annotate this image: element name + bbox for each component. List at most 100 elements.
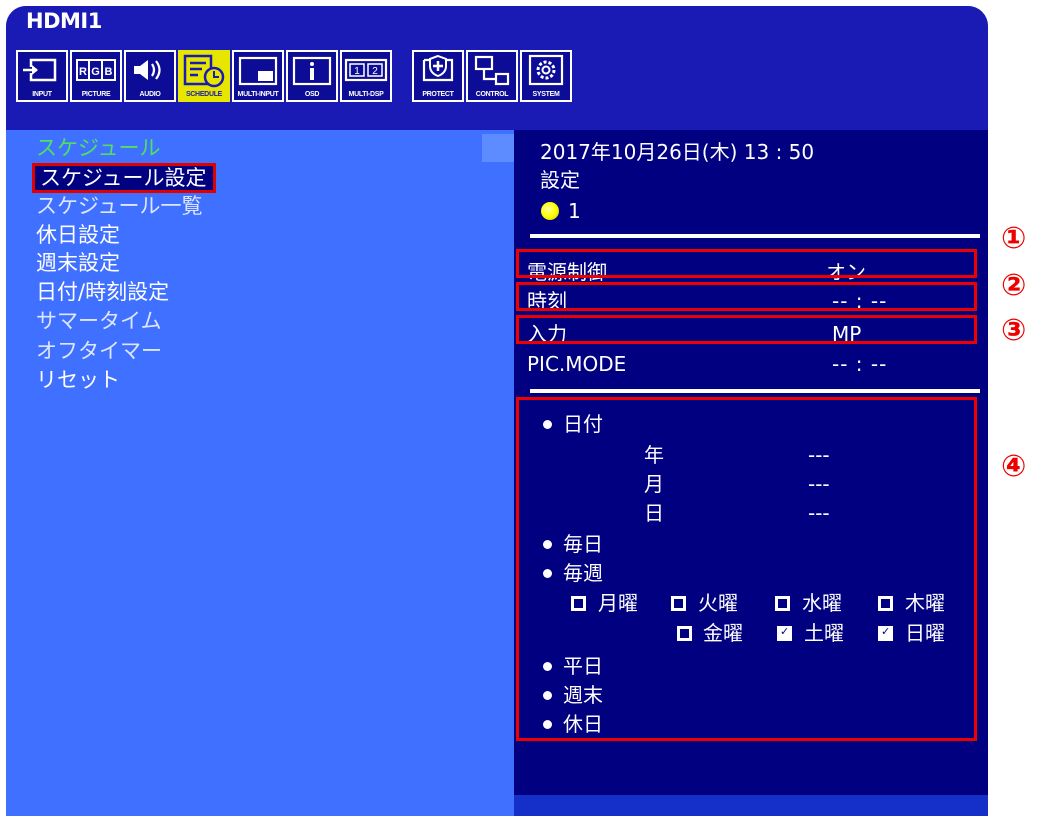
year-value[interactable]: --- [808,443,830,467]
tab-protect[interactable]: PROTECT [412,50,464,102]
menu-header: スケジュール [36,136,161,160]
setting-number[interactable]: 1 [568,199,581,223]
pic-mode-value[interactable]: -- : -- [832,352,887,376]
check-mark-icon: ✓ [780,625,790,638]
menu-item-weekend-settings[interactable]: 週末設定 [36,250,120,276]
time-value[interactable]: -- : -- [832,289,887,313]
weekend-radio[interactable] [543,691,552,700]
speaker-icon [134,60,161,80]
tab-input[interactable]: INPUT [16,50,68,102]
svg-text:1: 1 [354,66,360,77]
marker-1: ① [1001,221,1027,256]
day-label: 日 [644,501,664,525]
schedule-clock-icon [183,54,225,88]
tab-control[interactable]: CONTROL [466,50,518,102]
svg-text:R: R [79,66,87,78]
friday-label: 金曜 [703,621,743,645]
check-mark-icon: ✓ [881,625,891,638]
input-source-label: HDMI1 [26,9,102,33]
schedule-status-indicator [541,202,559,220]
info-icon [292,56,332,86]
menu-item-reset[interactable]: リセット [36,367,120,393]
tab-audio-label: AUDIO [139,91,161,98]
thursday-label: 木曜 [905,591,945,615]
tab-control-label: CONTROL [475,91,509,98]
divider [530,389,980,393]
title-bar: HDMI1 [6,6,988,40]
power-control-label: 電源制御 [527,260,607,284]
svg-text:2: 2 [372,66,378,77]
current-datetime: 2017年10月26日(木) 13 : 50 [540,140,815,164]
panel-footer [514,795,988,816]
shield-icon [422,54,454,82]
tab-schedule[interactable]: SCHEDULE [178,50,230,102]
input-value[interactable]: MP [832,322,861,346]
input-icon [22,58,57,82]
weekly-option-label: 毎週 [563,561,603,585]
month-label: 月 [644,472,664,496]
date-radio[interactable] [543,420,552,429]
schedule-settings-panel: 2017年10月26日(木) 13 : 50 設定 1 電源制御 オン 時刻 -… [514,130,988,816]
weekend-option-label: 週末 [563,683,603,707]
menu-item-holiday-settings[interactable]: 休日設定 [36,222,120,248]
gear-icon [528,54,564,86]
menu-item-schedule-settings[interactable]: スケジュール設定 [32,163,216,193]
menu-item-summer-time[interactable]: サマータイム [36,308,162,334]
svg-text:B: B [105,66,113,78]
input-label: 入力 [527,322,567,346]
tab-picture[interactable]: RGB PICTURE [70,50,122,102]
year-label: 年 [644,443,664,467]
tab-multi-dsp-label: MULTI-DSP [348,91,384,98]
day-value[interactable]: --- [808,501,830,525]
network-icon [474,55,510,86]
tab-system-label: SYSTEM [532,91,560,98]
setting-label: 設定 [540,168,580,192]
tab-osd[interactable]: OSD [286,50,338,102]
sunday-label: 日曜 [905,621,945,645]
wednesday-checkbox[interactable] [775,596,790,611]
tab-osd-label: OSD [304,91,320,98]
tab-schedule-label: SCHEDULE [185,91,223,98]
tab-bar: INPUT RGB PICTURE AUDIO SCHEDULE MULTI-I… [6,40,988,130]
tab-input-label: INPUT [32,91,52,98]
tuesday-checkbox[interactable] [671,596,686,611]
rgb-picture-icon: RGB [76,59,116,81]
tab-system[interactable]: SYSTEM [520,50,572,102]
menu-item-schedule-list[interactable]: スケジュール一覧 [36,193,203,219]
osd-menu: HDMI1 INPUT RGB PICTURE AUDIO SCHEDULE M… [6,6,988,816]
scrollbar[interactable] [482,134,514,162]
wednesday-label: 水曜 [802,591,842,615]
pic-mode-label: PIC.MODE [527,352,627,376]
svg-text:G: G [91,66,100,78]
holiday-option-label: 休日 [563,712,603,736]
divider [530,234,980,238]
menu-item-off-timer[interactable]: オフタイマー [36,338,162,364]
tuesday-label: 火曜 [698,591,738,615]
tab-multi-dsp[interactable]: 12 MULTI-DSP [340,50,392,102]
month-value[interactable]: --- [808,472,830,496]
time-label: 時刻 [527,289,567,313]
weekly-radio[interactable] [543,569,552,578]
daily-option-label: 毎日 [563,532,603,556]
multi-input-icon [238,56,278,86]
marker-4: ④ [1001,449,1027,484]
marker-3: ③ [1001,313,1027,348]
tab-multi-input[interactable]: MULTI-INPUT [232,50,284,102]
friday-checkbox[interactable] [677,626,692,641]
tab-protect-label: PROTECT [422,91,454,98]
monday-label: 月曜 [598,591,638,615]
menu-item-date-time-settings[interactable]: 日付/時刻設定 [36,279,169,305]
tab-audio[interactable]: AUDIO [124,50,176,102]
marker-2: ② [1001,268,1027,303]
power-control-value[interactable]: オン [826,260,866,284]
schedule-menu: スケジュール スケジュール設定 スケジュール一覧 休日設定 週末設定 日付/時刻… [6,130,514,816]
sunday-checkbox[interactable]: ✓ [878,625,893,641]
daily-radio[interactable] [543,540,552,549]
monday-checkbox[interactable] [571,596,586,611]
weekday-radio[interactable] [543,662,552,671]
saturday-checkbox[interactable]: ✓ [777,625,792,641]
tab-multi-input-label: MULTI-INPUT [237,91,279,98]
thursday-checkbox[interactable] [878,596,893,611]
multi-display-icon: 12 [344,58,388,82]
holiday-radio[interactable] [543,720,552,729]
